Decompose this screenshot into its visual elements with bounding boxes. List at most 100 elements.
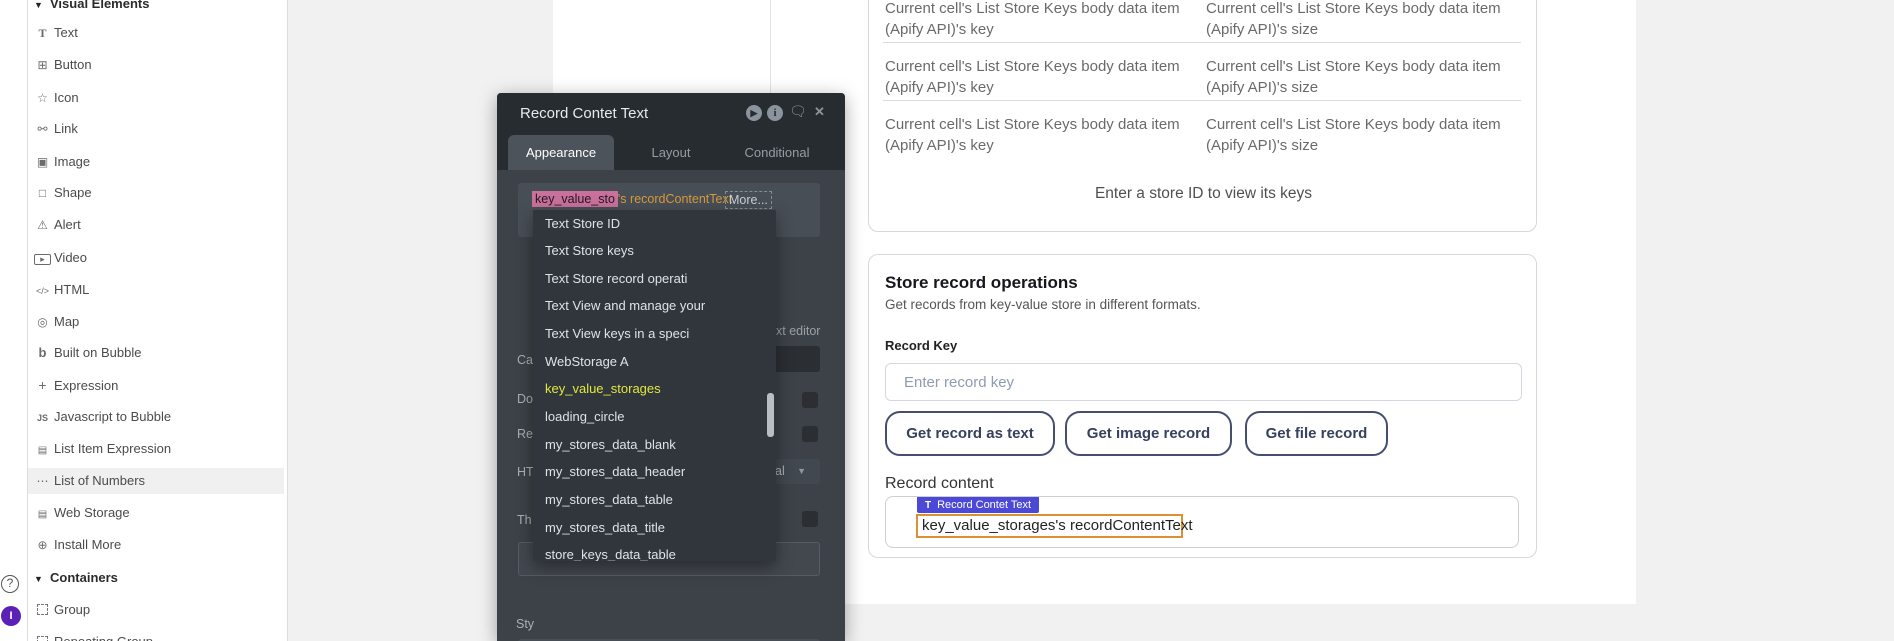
js-icon: JS: [34, 405, 51, 431]
ellipsis-icon: ⋯: [34, 468, 51, 494]
sidebar-item-repeating-group[interactable]: Repeating Group: [28, 629, 284, 641]
page-boundary-line: [770, 0, 771, 93]
record-key-label: Record Key: [885, 338, 957, 353]
sidebar-item-web-storage[interactable]: ▤Web Storage: [28, 500, 284, 526]
bubble-icon: b: [34, 340, 51, 366]
html-icon: </>: [34, 278, 51, 304]
expression-token-selected[interactable]: key_value_sto: [532, 191, 618, 207]
dropdown-option[interactable]: my_stores_data_blank: [545, 437, 676, 455]
chevron-down-icon: ▼: [34, 574, 50, 584]
comment-icon[interactable]: 🗨: [789, 103, 807, 120]
info-icon[interactable]: i: [767, 105, 783, 121]
play-icon[interactable]: ▶: [746, 105, 762, 121]
record-key-input[interactable]: [885, 363, 1522, 401]
sidebar-item-group[interactable]: Group: [28, 597, 284, 623]
expression-tail[interactable]: 's recordContentText: [618, 192, 732, 206]
panel-header[interactable]: Record Contet Text ▶ i 🗨 ✕: [497, 93, 845, 135]
store-keys-card: Current cell's List Store Keys body data…: [868, 0, 1537, 232]
dropdown-option[interactable]: WebStorage A: [545, 354, 629, 372]
sidebar-item-map[interactable]: ◎Map: [28, 309, 284, 335]
section-visual-elements[interactable]: ▼Visual Elements: [34, 0, 284, 14]
record-content-group[interactable]: TRecord Contet Text key_value_storages's…: [885, 496, 1519, 548]
field-label-fragment: Ca: [517, 353, 533, 367]
sidebar-item-list-of-numbers[interactable]: ⋯List of Numbers: [28, 468, 284, 494]
sidebar-item-html[interactable]: </>HTML: [28, 277, 284, 303]
dropdown-option[interactable]: my_stores_data_header: [545, 464, 685, 482]
clipboard-icon: ▤: [34, 438, 51, 464]
sidebar-item-image[interactable]: ▣Image: [28, 149, 284, 175]
dropdown-option[interactable]: Text View keys in a speci: [545, 326, 689, 344]
dropdown-option[interactable]: loading_circle: [545, 409, 625, 427]
sidebar-item-built-on-bubble[interactable]: bBuilt on Bubble: [28, 340, 284, 366]
chevron-down-icon: ▼: [797, 459, 806, 484]
sidebar-item-text[interactable]: TText: [28, 20, 284, 46]
dropdown-option-highlighted[interactable]: key_value_storages: [545, 381, 661, 399]
get-record-as-text-button[interactable]: Get record as text: [885, 411, 1055, 456]
style-label-fragment: Sty: [516, 617, 534, 631]
expression-more-button[interactable]: More...: [725, 191, 772, 209]
sidebar-item-shape[interactable]: □Shape: [28, 180, 284, 206]
chevron-down-icon: ▼: [34, 0, 50, 10]
dropdown-scrollbar[interactable]: [767, 393, 774, 437]
star-icon: ☆: [34, 85, 51, 111]
expression-suggestion-dropdown: Text Store ID Text Store keys Text Store…: [533, 210, 776, 561]
text-icon: T: [34, 20, 51, 46]
sidebar-item-javascript-to-bubble[interactable]: JSJavascript to Bubble: [28, 404, 284, 430]
dropdown-option[interactable]: my_stores_data_title: [545, 520, 665, 538]
size-cell: Current cell's List Store Keys body data…: [1206, 56, 1536, 98]
sidebar-item-alert[interactable]: ⚠Alert: [28, 212, 284, 238]
dropdown-option[interactable]: Text Store keys: [545, 243, 634, 261]
checkbox[interactable]: [802, 392, 818, 408]
sidebar-item-install-more[interactable]: ⊕Install More: [28, 532, 284, 558]
sidebar-item-expression[interactable]: +Expression: [28, 372, 284, 398]
sidebar-item-video[interactable]: ▸Video: [28, 245, 284, 271]
sidebar-item-icon[interactable]: ☆Icon: [28, 85, 284, 111]
key-cell: Current cell's List Store Keys body data…: [885, 56, 1215, 98]
avatar[interactable]: I: [1, 606, 21, 626]
video-icon: ▸: [34, 254, 51, 265]
tab-layout[interactable]: Layout: [618, 135, 724, 170]
plus-icon: +: [34, 372, 51, 398]
dropdown-option[interactable]: Text Store record operati: [545, 271, 687, 289]
empty-state-hint: Enter a store ID to view its keys: [869, 185, 1538, 203]
get-image-record-button[interactable]: Get image record: [1065, 411, 1232, 456]
field-label-fragment: Th: [517, 513, 532, 527]
row-divider: [883, 100, 1521, 101]
panel-tabs: Appearance Layout Conditional: [497, 135, 845, 170]
dropdown-option[interactable]: store_keys_data_table: [545, 547, 676, 561]
row-divider: [883, 42, 1521, 43]
map-pin-icon: ◎: [34, 309, 51, 335]
key-cell: Current cell's List Store Keys body data…: [885, 114, 1215, 156]
section-containers[interactable]: ▼Containers: [34, 570, 284, 588]
dropdown-option[interactable]: Text View and manage your: [545, 298, 705, 316]
field-label-fragment: HT: [517, 465, 534, 479]
storage-icon: ▤: [34, 502, 51, 528]
bubble-editor: Current cell's List Store Keys body data…: [0, 0, 1894, 641]
field-label-fragment: Do: [517, 392, 533, 406]
tab-conditional[interactable]: Conditional: [724, 135, 830, 170]
app-gutter: [0, 0, 28, 641]
record-content-label: Record content: [885, 475, 994, 493]
sidebar-item-link[interactable]: ⚯Link: [28, 116, 284, 142]
size-cell: Current cell's List Store Keys body data…: [1206, 0, 1536, 40]
help-icon[interactable]: ?: [1, 575, 19, 593]
checkbox[interactable]: [802, 426, 818, 442]
get-file-record-button[interactable]: Get file record: [1245, 411, 1388, 456]
close-icon[interactable]: ✕: [814, 104, 825, 120]
dropdown-option[interactable]: Text Store ID: [545, 216, 620, 234]
link-icon: ⚯: [34, 116, 51, 142]
key-cell: Current cell's List Store Keys body data…: [885, 0, 1215, 40]
card-title: Store record operations: [885, 273, 1078, 293]
selected-text-element[interactable]: key_value_storages's recordContentText: [916, 514, 1183, 538]
selected-element-badge: TRecord Contet Text: [917, 496, 1039, 513]
tab-appearance[interactable]: Appearance: [508, 135, 614, 170]
sidebar-item-button[interactable]: ⊞Button: [28, 52, 284, 78]
sidebar-item-list-item-expression[interactable]: ▤List Item Expression: [28, 436, 284, 462]
elements-sidebar: ▼Visual Elements TText ⊞Button ☆Icon ⚯Li…: [28, 0, 288, 641]
checkbox[interactable]: [802, 511, 818, 527]
dropdown-option[interactable]: my_stores_data_table: [545, 492, 673, 510]
rich-text-editor-link-fragment[interactable]: xt editor: [776, 324, 820, 338]
group-icon: [34, 598, 51, 624]
repeating-group-icon: [34, 630, 51, 641]
size-cell: Current cell's List Store Keys body data…: [1206, 114, 1536, 156]
